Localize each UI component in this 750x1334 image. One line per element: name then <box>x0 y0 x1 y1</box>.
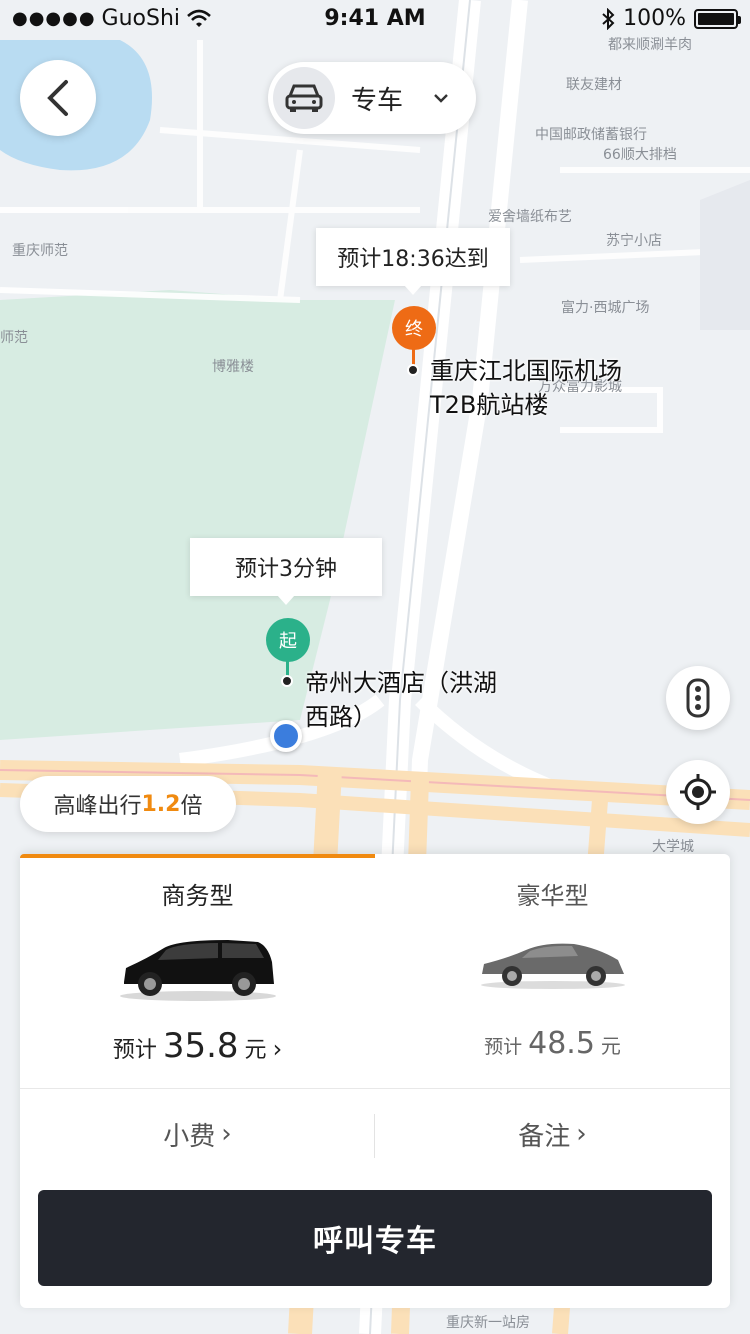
note-button[interactable]: 备注 › <box>375 1106 730 1162</box>
destination-label[interactable]: 重庆江北国际机场 T2B航站楼 <box>430 354 622 422</box>
call-car-button[interactable]: 呼叫专车 <box>38 1190 712 1286</box>
chevron-right-icon: › <box>576 1119 587 1149</box>
sedan-image <box>375 938 730 990</box>
poi-label: 爱舍墙纸布艺 <box>488 209 572 225</box>
poi-label: 博雅楼 <box>212 359 254 375</box>
origin-pin-text: 起 <box>279 631 297 652</box>
origin-pin: 起 <box>266 618 310 662</box>
current-location-marker <box>270 720 302 752</box>
car-option-price: 预计 48.5 元 <box>375 1026 730 1061</box>
destination-pin-text: 终 <box>405 319 423 340</box>
ride-options-panel: 商务型 预计 35.8 元 › 豪华型 预计 48.5 元 小费 › 备注 › … <box>20 854 730 1308</box>
surge-badge[interactable]: 高峰出行 1.2 倍 <box>20 776 236 832</box>
car-type-selector[interactable]: 专车 <box>268 62 476 134</box>
origin-eta-callout: 预计3分钟 <box>190 538 382 605</box>
minivan-image <box>20 938 375 1002</box>
surge-prefix: 高峰出行 <box>53 794 142 819</box>
origin-label[interactable]: 帝州大酒店（洪湖 西路） <box>305 666 497 734</box>
origin-dot <box>281 675 293 687</box>
price-label: 预计 <box>112 1038 157 1063</box>
price-value: 35.8 <box>162 1026 239 1066</box>
poi-label: 中国邮政储蓄银行 <box>535 127 647 143</box>
status-bar: ●●●●● GuoShi 9:41 AM 100% <box>0 0 750 40</box>
car-option-name: 商务型 <box>161 882 234 910</box>
car-option-price: 预计 35.8 元 › <box>20 1026 375 1066</box>
origin-eta: 预计3分钟 <box>235 557 337 582</box>
poi-label: 苏宁小店 <box>606 233 662 249</box>
destination-dot <box>407 364 419 376</box>
car-option-name: 豪华型 <box>516 882 589 910</box>
price-unit: 元 <box>600 1034 621 1058</box>
destination-name-line1: 重庆江北国际机场 <box>430 357 622 385</box>
poi-label: 师范 <box>0 330 28 346</box>
tip-label: 小费 <box>163 1121 216 1152</box>
poi-label: 重庆新一站房 <box>446 1315 530 1331</box>
back-button[interactable] <box>20 60 96 136</box>
status-right: 100% <box>601 6 741 31</box>
price-unit: 元 <box>244 1038 267 1063</box>
surge-multiplier: 1.2 <box>141 791 181 817</box>
crosshair-icon <box>680 774 716 810</box>
car-type-label: 专车 <box>351 85 404 116</box>
traffic-light-icon <box>686 678 710 718</box>
destination-eta: 预计18:36达到 <box>337 247 489 272</box>
price-value: 48.5 <box>528 1026 595 1061</box>
poi-label: 66顺大排档 <box>603 147 677 163</box>
chevron-left-icon <box>47 80 68 116</box>
car-option-business[interactable]: 商务型 预计 35.8 元 › <box>20 854 375 1088</box>
price-detail-arrow[interactable]: › <box>273 1035 283 1063</box>
chevron-right-icon: › <box>221 1119 232 1149</box>
destination-pin: 终 <box>392 306 436 350</box>
price-label: 预计 <box>484 1036 523 1058</box>
note-label: 备注 <box>518 1121 571 1152</box>
origin-name-line2: 西路） <box>305 703 377 731</box>
panel-divider <box>20 1088 730 1089</box>
poi-label: 富力·西城广场 <box>561 300 650 316</box>
battery-percent: 100% <box>623 6 686 31</box>
poi-label: 联友建材 <box>566 77 622 93</box>
poi-label: 大学城 <box>652 839 694 855</box>
poi-label: 重庆师范 <box>12 243 68 259</box>
tip-button[interactable]: 小费 › <box>20 1106 375 1162</box>
chevron-down-icon <box>434 94 448 103</box>
surge-suffix: 倍 <box>180 794 203 819</box>
bluetooth-icon <box>602 7 615 30</box>
battery-icon <box>694 8 741 29</box>
car-icon <box>273 67 335 129</box>
destination-name-line2: T2B航站楼 <box>430 391 549 419</box>
car-option-luxury[interactable]: 豪华型 预计 48.5 元 <box>375 854 730 1088</box>
destination-eta-callout: 预计18:36达到 <box>316 228 510 295</box>
origin-name-line1: 帝州大酒店（洪湖 <box>305 669 497 697</box>
locate-button[interactable] <box>666 760 730 824</box>
traffic-button[interactable] <box>666 666 730 730</box>
